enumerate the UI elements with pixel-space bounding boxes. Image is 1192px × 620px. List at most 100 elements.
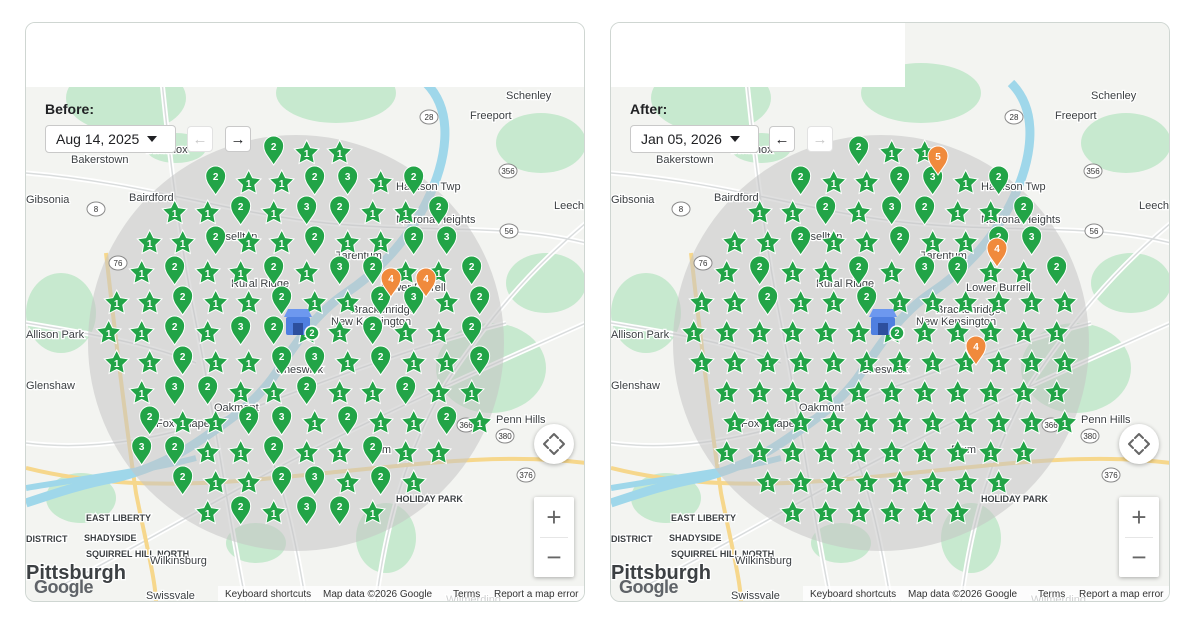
zoom-in-button[interactable]: + — [1119, 497, 1159, 537]
svg-text:1: 1 — [205, 209, 211, 220]
svg-text:1: 1 — [180, 419, 186, 430]
place-label: HOLIDAY PARK — [396, 494, 463, 504]
svg-text:2: 2 — [271, 322, 277, 333]
svg-text:1: 1 — [930, 419, 936, 430]
svg-text:2: 2 — [477, 352, 483, 363]
svg-text:1: 1 — [790, 269, 796, 280]
svg-text:1: 1 — [337, 149, 343, 160]
svg-text:4: 4 — [973, 342, 979, 353]
svg-text:1: 1 — [765, 479, 771, 490]
date-value: Jan 05, 2026 — [641, 131, 722, 147]
svg-text:1: 1 — [699, 299, 705, 310]
svg-text:1: 1 — [831, 179, 837, 190]
svg-text:2: 2 — [312, 172, 318, 183]
svg-text:1: 1 — [856, 329, 862, 340]
report-error-link[interactable]: Report a map error — [494, 589, 578, 600]
svg-text:1: 1 — [856, 389, 862, 400]
map-canvas[interactable]: SchenleyFreeportBakerstownHarrison TwpGi… — [26, 23, 585, 602]
chevron-down-icon — [729, 136, 740, 142]
svg-text:1: 1 — [1021, 269, 1027, 280]
svg-text:1: 1 — [1029, 359, 1035, 370]
prev-date-button[interactable]: ← — [187, 126, 213, 152]
svg-text:1: 1 — [823, 449, 829, 460]
svg-text:376: 376 — [1104, 471, 1118, 480]
svg-text:3: 3 — [1029, 232, 1035, 243]
svg-text:56: 56 — [1090, 227, 1099, 236]
svg-text:2: 2 — [897, 232, 903, 243]
svg-text:56: 56 — [505, 227, 514, 236]
route-shield: 380 — [1080, 428, 1100, 444]
date-dropdown[interactable]: Aug 14, 2025 — [45, 125, 176, 153]
date-dropdown[interactable]: Jan 05, 2026 — [630, 125, 759, 153]
svg-text:1: 1 — [922, 389, 928, 400]
keyboard-shortcuts-link[interactable]: Keyboard shortcuts — [225, 589, 311, 600]
svg-text:1: 1 — [864, 179, 870, 190]
svg-text:3: 3 — [238, 322, 244, 333]
svg-text:3: 3 — [172, 382, 178, 393]
report-error-link[interactable]: Report a map error — [1079, 589, 1163, 600]
zoom-out-button[interactable]: − — [534, 537, 574, 577]
svg-text:1: 1 — [312, 419, 318, 430]
svg-text:2: 2 — [271, 442, 277, 453]
svg-text:1: 1 — [213, 299, 219, 310]
keyboard-shortcuts-link[interactable]: Keyboard shortcuts — [810, 589, 896, 600]
svg-text:2: 2 — [922, 202, 928, 213]
svg-text:76: 76 — [699, 259, 708, 268]
pan-control-button[interactable] — [534, 424, 574, 464]
svg-text:1: 1 — [955, 209, 961, 220]
svg-text:2: 2 — [180, 292, 186, 303]
svg-text:2: 2 — [469, 262, 475, 273]
before-panel: Schenley Freeport Bakerstown Harrison Twp Gi… — [25, 22, 585, 602]
place-label: Schenley — [506, 90, 552, 102]
svg-text:1: 1 — [988, 329, 994, 340]
svg-text:1: 1 — [403, 449, 409, 460]
svg-text:1: 1 — [378, 239, 384, 250]
svg-text:2: 2 — [378, 472, 384, 483]
map-attribution: Keyboard shortcuts Map data ©2026 Google… — [611, 586, 1169, 601]
svg-text:1: 1 — [205, 509, 211, 520]
svg-text:1: 1 — [304, 149, 310, 160]
map-canvas[interactable]: SchenleyFreeportBakerstownHarrison TwpGi… — [611, 23, 1170, 602]
svg-text:1: 1 — [897, 479, 903, 490]
pan-control-button[interactable] — [1119, 424, 1159, 464]
svg-text:2: 2 — [469, 322, 475, 333]
svg-text:2: 2 — [798, 232, 804, 243]
svg-text:1: 1 — [205, 269, 211, 280]
zoom-in-button[interactable]: + — [534, 497, 574, 537]
svg-text:3: 3 — [312, 472, 318, 483]
svg-text:1: 1 — [1021, 389, 1027, 400]
svg-text:3: 3 — [337, 262, 343, 273]
svg-text:1: 1 — [436, 389, 442, 400]
svg-text:1: 1 — [996, 299, 1002, 310]
svg-text:1: 1 — [889, 449, 895, 460]
svg-text:2: 2 — [996, 172, 1002, 183]
route-shield: 28 — [419, 109, 439, 125]
svg-text:1: 1 — [856, 449, 862, 460]
svg-text:2: 2 — [378, 292, 384, 303]
place-label: DISTRICT — [611, 534, 653, 544]
svg-text:2: 2 — [309, 328, 314, 338]
terms-link[interactable]: Terms — [453, 589, 480, 600]
zoom-out-button[interactable]: − — [1119, 537, 1159, 577]
svg-text:1: 1 — [337, 449, 343, 460]
svg-text:1: 1 — [831, 239, 837, 250]
place-label: Glenshaw — [611, 380, 660, 392]
next-date-button[interactable]: → — [225, 126, 251, 152]
place-label: Penn Hills — [496, 414, 546, 426]
svg-text:1: 1 — [246, 479, 252, 490]
svg-text:76: 76 — [114, 259, 123, 268]
svg-text:3: 3 — [930, 172, 936, 183]
prev-date-button[interactable]: ← — [769, 126, 795, 152]
svg-text:1: 1 — [403, 329, 409, 340]
svg-text:2: 2 — [765, 292, 771, 303]
terms-link[interactable]: Terms — [1038, 589, 1065, 600]
svg-text:1: 1 — [831, 299, 837, 310]
svg-text:1: 1 — [205, 329, 211, 340]
svg-text:2: 2 — [238, 202, 244, 213]
svg-text:2: 2 — [147, 412, 153, 423]
svg-text:380: 380 — [498, 432, 512, 441]
svg-text:380: 380 — [1083, 432, 1097, 441]
next-date-button[interactable]: → — [807, 126, 833, 152]
place-label: Leechburg — [1139, 200, 1170, 212]
svg-text:1: 1 — [823, 269, 829, 280]
